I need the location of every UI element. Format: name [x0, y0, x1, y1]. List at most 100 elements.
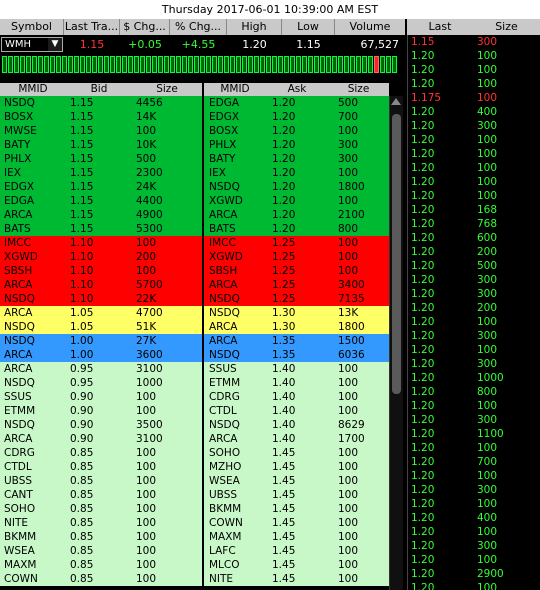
bid-row[interactable]: EDGX 1.15 24K — [0, 180, 202, 194]
tick-mark — [176, 56, 181, 73]
header-high[interactable]: High — [227, 19, 282, 35]
header-low[interactable]: Low — [282, 19, 335, 35]
symbol-input[interactable]: WMH ▼ — [1, 37, 63, 52]
bid-row[interactable]: NSDQ 0.90 3500 — [0, 418, 202, 432]
header-volume[interactable]: Volume — [335, 19, 405, 35]
scroll-up-arrow-icon[interactable] — [391, 98, 401, 105]
ts-size: 200 — [477, 302, 498, 314]
ask-row[interactable]: PHLX 1.20 300 — [204, 138, 389, 152]
ts-last-price: 1.20 — [411, 428, 435, 440]
bid-row[interactable]: ARCA 1.00 3600 — [0, 348, 202, 362]
time-sales-list[interactable]: 1.15 300 1.20 100 1.20 100 1.20 100 1.175 100 1.20… — [407, 35, 540, 590]
header-symbol[interactable]: Symbol — [0, 19, 64, 35]
ts-header-size[interactable]: Size — [473, 19, 540, 35]
ask-row[interactable]: SBSH 1.25 100 — [204, 264, 389, 278]
bid-row[interactable]: CDRG 0.85 100 — [0, 446, 202, 460]
bid-row[interactable]: UBSS 0.85 100 — [0, 474, 202, 488]
ask-row[interactable]: SOHO 1.45 100 — [204, 446, 389, 460]
bid-row[interactable]: ETMM 0.90 100 — [0, 404, 202, 418]
ask-book-scrollbar[interactable] — [389, 96, 403, 590]
ask-row[interactable]: ARCA 1.40 1700 — [204, 432, 389, 446]
ask-row[interactable]: MZHO 1.45 100 — [204, 460, 389, 474]
bid-header-size[interactable]: Size — [132, 83, 202, 96]
bid-row[interactable]: ARCA 0.90 3100 — [0, 432, 202, 446]
bid-row[interactable]: BKMM 0.85 100 — [0, 530, 202, 544]
ask-row[interactable]: CDRG 1.40 100 — [204, 390, 389, 404]
bid-row[interactable]: BATS 1.15 5300 — [0, 222, 202, 236]
bid-row[interactable]: SBSH 1.10 100 — [0, 264, 202, 278]
bid-header-bid[interactable]: Bid — [66, 83, 132, 96]
ask-row[interactable]: BATS 1.20 800 — [204, 222, 389, 236]
ask-row[interactable]: NSDQ 1.40 8629 — [204, 418, 389, 432]
bid-row[interactable]: IEX 1.15 2300 — [0, 166, 202, 180]
bid-row[interactable]: NSDQ 1.10 22K — [0, 292, 202, 306]
bid-row[interactable]: ARCA 1.05 4700 — [0, 306, 202, 320]
chevron-down-icon[interactable]: ▼ — [48, 38, 62, 51]
ask-row[interactable]: NSDQ 1.35 6036 — [204, 348, 389, 362]
header-last-trade[interactable]: Last Tra... — [64, 19, 120, 35]
ask-header-ask[interactable]: Ask — [266, 83, 328, 96]
ask-row[interactable]: BKMM 1.45 100 — [204, 502, 389, 516]
bid-row[interactable]: WSEA 0.85 100 — [0, 544, 202, 558]
ask-row[interactable]: MLCO 1.45 100 — [204, 558, 389, 572]
bid-row[interactable]: NSDQ 1.00 27K — [0, 334, 202, 348]
bid-row[interactable]: CTDL 0.85 100 — [0, 460, 202, 474]
ask-row[interactable]: ARCA 1.35 1500 — [204, 334, 389, 348]
ask-row[interactable]: XGWD 1.25 100 — [204, 250, 389, 264]
ask-row[interactable]: ARCA 1.25 3400 — [204, 278, 389, 292]
ask-row[interactable]: WSEA 1.45 100 — [204, 474, 389, 488]
ask-row[interactable]: NITE 1.45 100 — [204, 572, 389, 586]
bid-row[interactable]: ARCA 0.95 3100 — [0, 362, 202, 376]
bid-row[interactable]: COWN 0.85 100 — [0, 572, 202, 586]
scrollbar-thumb[interactable] — [392, 114, 401, 394]
bid-row[interactable]: MWSE 1.15 100 — [0, 124, 202, 138]
bid-row[interactable]: PHLX 1.15 500 — [0, 152, 202, 166]
ask-row[interactable]: NSDQ 1.20 1800 — [204, 180, 389, 194]
ask-row[interactable]: ARCA 1.20 2100 — [204, 208, 389, 222]
bid-row[interactable]: BATY 1.15 10K — [0, 138, 202, 152]
bid-row[interactable]: XGWD 1.10 200 — [0, 250, 202, 264]
ask-row[interactable]: SSUS 1.40 100 — [204, 362, 389, 376]
ask-row[interactable]: IMCC 1.25 100 — [204, 236, 389, 250]
bid-row[interactable]: NSDQ 1.15 4456 — [0, 96, 202, 110]
ask-row[interactable]: ETMM 1.40 100 — [204, 376, 389, 390]
ask-header-size[interactable]: Size — [328, 83, 389, 96]
ask-row[interactable]: BATY 1.20 300 — [204, 152, 389, 166]
ts-header-last[interactable]: Last — [407, 19, 473, 35]
bid-row[interactable]: SSUS 0.90 100 — [0, 390, 202, 404]
bid-row[interactable]: NITE 0.85 100 — [0, 516, 202, 530]
bid-row[interactable]: IMCC 1.10 100 — [0, 236, 202, 250]
bid-row[interactable]: ARCA 1.10 5700 — [0, 278, 202, 292]
ask-row[interactable]: IEX 1.20 100 — [204, 166, 389, 180]
time-sales-row: 1.20 1100 — [408, 427, 540, 441]
bid-header-mmid[interactable]: MMID — [0, 83, 66, 96]
ask-book[interactable]: EDGA 1.20 500 EDGX 1.20 700 BOSX 1.20 100 PHLX 1.2… — [204, 96, 389, 590]
ask-row[interactable]: EDGX 1.20 700 — [204, 110, 389, 124]
bid-row[interactable]: ARCA 1.15 4900 — [0, 208, 202, 222]
ask-row[interactable]: XGWD 1.20 100 — [204, 194, 389, 208]
bid-row[interactable]: MAXM 0.85 100 — [0, 558, 202, 572]
bid-row[interactable]: SOHO 0.85 100 — [0, 502, 202, 516]
ask-header-mmid[interactable]: MMID — [204, 83, 266, 96]
ask-price: 1.45 — [272, 475, 296, 487]
ask-row[interactable]: LAFC 1.45 100 — [204, 544, 389, 558]
bid-book[interactable]: NSDQ 1.15 4456 BOSX 1.15 14K MWSE 1.15 100 BATY 1.… — [0, 96, 202, 590]
bid-row[interactable]: BOSX 1.15 14K — [0, 110, 202, 124]
ask-row[interactable]: COWN 1.45 100 — [204, 516, 389, 530]
bid-row[interactable]: NSDQ 1.05 51K — [0, 320, 202, 334]
time-sales-row: 1.20 768 — [408, 217, 540, 231]
header-percent-change[interactable]: % Chg... — [170, 19, 227, 35]
header-dollar-change[interactable]: $ Chg... — [120, 19, 170, 35]
bid-row[interactable]: NSDQ 0.95 1000 — [0, 376, 202, 390]
ask-row[interactable]: CTDL 1.40 100 — [204, 404, 389, 418]
bid-row[interactable]: CANT 0.85 100 — [0, 488, 202, 502]
bid-row[interactable]: EDGA 1.15 4400 — [0, 194, 202, 208]
ask-row[interactable]: EDGA 1.20 500 — [204, 96, 389, 110]
ask-row[interactable]: MAXM 1.45 100 — [204, 530, 389, 544]
ask-row[interactable]: ARCA 1.30 1800 — [204, 320, 389, 334]
ask-row[interactable]: UBSS 1.45 100 — [204, 488, 389, 502]
ask-row[interactable]: BOSX 1.20 100 — [204, 124, 389, 138]
time-sales-row: 1.20 800 — [408, 385, 540, 399]
ask-row[interactable]: NSDQ 1.25 7135 — [204, 292, 389, 306]
ask-row[interactable]: NSDQ 1.30 13K — [204, 306, 389, 320]
